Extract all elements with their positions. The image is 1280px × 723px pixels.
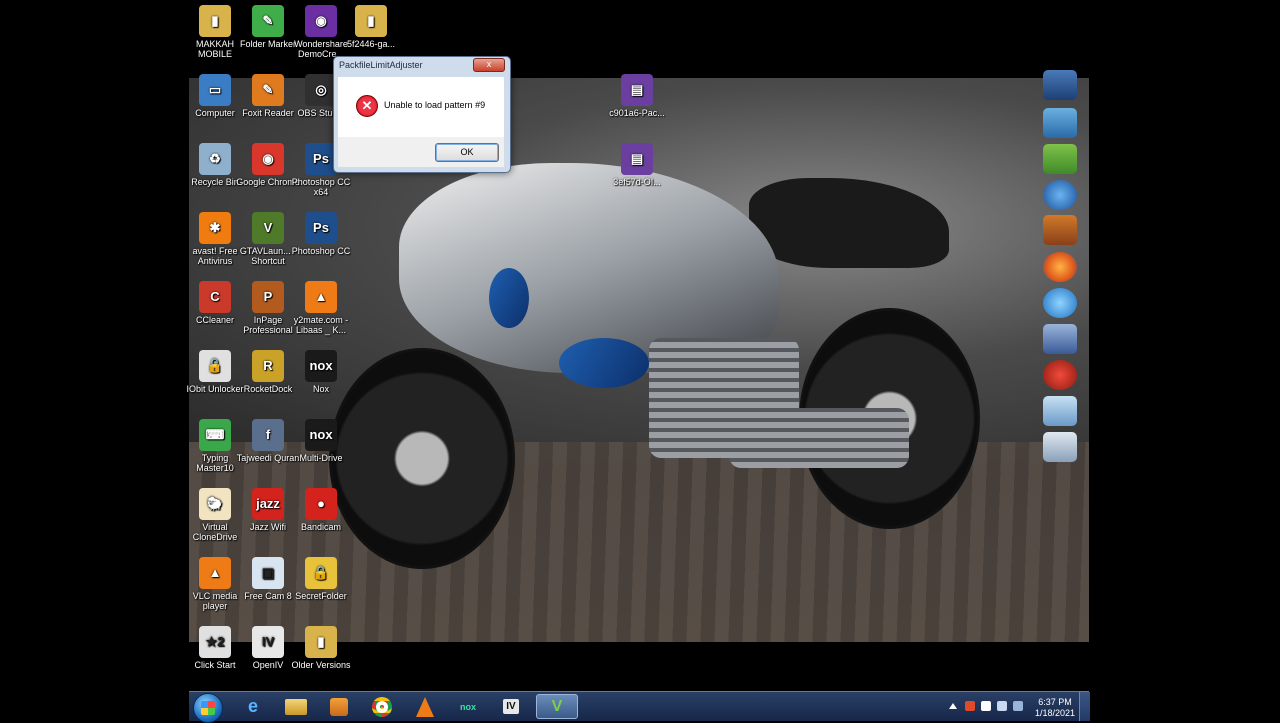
click-start-icon: ★2 <box>199 626 231 658</box>
dock-recycle-bin-icon[interactable] <box>1043 432 1077 462</box>
virtual-clonedrive-icon: 🐑 <box>199 488 231 520</box>
ccleaner-dock-icon[interactable] <box>1043 360 1077 390</box>
gtav-launcher-icon: V <box>252 212 284 244</box>
folder-5f2446-icon: ▮ <box>355 5 387 37</box>
library-gadget-icon[interactable] <box>1043 144 1077 174</box>
taskbar-gta-button[interactable]: V <box>536 694 578 719</box>
taskbar-ie-button[interactable]: e <box>234 694 272 719</box>
system-clock[interactable]: 6:37 PM 1/18/2021 <box>1032 697 1078 719</box>
firefox-icon[interactable] <box>1043 252 1077 282</box>
taskbar-vlc-button[interactable] <box>406 694 444 719</box>
clock-time: 6:37 PM <box>1038 697 1072 707</box>
jazz-wifi-icon: jazz <box>252 488 284 520</box>
desktop-icon[interactable]: ▤ c901a6-Pac... <box>605 74 669 118</box>
multi-drive-icon: nox <box>305 419 337 451</box>
nox-icon: nox <box>305 350 337 382</box>
desktop-icon[interactable]: 🔒 SecretFolder <box>289 557 353 601</box>
taskbar-chrome-button[interactable] <box>363 694 401 719</box>
tray-monitor-icon[interactable] <box>997 701 1007 711</box>
openiv-icon: IV <box>252 626 284 658</box>
desktop-icon-label: y2mate.com - Libaas _ K... <box>293 315 349 335</box>
taskbar-explorer-button[interactable] <box>277 694 315 719</box>
computer-icon: ▭ <box>199 74 231 106</box>
show-desktop-button[interactable] <box>1079 692 1090 721</box>
network-gadget-icon[interactable] <box>1043 70 1077 100</box>
bike-front-wheel <box>329 348 515 569</box>
typing-master-icon: ⌨ <box>199 419 231 451</box>
desktop-icon-label: Older Versions <box>291 660 351 670</box>
tray-app-icon[interactable] <box>965 701 975 711</box>
foxit-reader-icon: ✎ <box>252 74 284 106</box>
inpage-dock-icon[interactable] <box>1043 215 1077 245</box>
iobit-unlocker-icon: 🔓 <box>199 350 231 382</box>
network-computer-icon[interactable] <box>1043 108 1077 138</box>
vlc-file-icon: ▲ <box>305 281 337 313</box>
dialog-message: Unable to load pattern #9 <box>384 100 486 110</box>
winrar-3ef57d-icon: ▤ <box>621 143 653 175</box>
desktop-icon[interactable]: nox Nox <box>289 350 353 394</box>
desktop-icon-label: 5f2446-ga... <box>346 39 396 49</box>
bike-blue-accent <box>489 268 529 328</box>
wondershare-icon: ◉ <box>305 5 337 37</box>
desktop-icon[interactable]: ▲ y2mate.com - Libaas _ K... <box>289 281 353 335</box>
desktop-icon-label: Photoshop CC <box>291 246 351 256</box>
inpage-icon: P <box>252 281 284 313</box>
windows-logo-icon <box>201 701 215 715</box>
media-player-icon[interactable] <box>1043 180 1077 210</box>
bandicam-icon: ● <box>305 488 337 520</box>
free-cam-icon: ▣ <box>252 557 284 589</box>
secret-folder-icon: 🔒 <box>305 557 337 589</box>
bike-blue-panel <box>559 338 649 388</box>
desktop-icon[interactable]: ▮ Older Versions <box>289 626 353 670</box>
taskbar-nox-button[interactable]: nox <box>449 694 487 719</box>
ccleaner-icon: C <box>199 281 231 313</box>
winrar-c901a6-icon: ▤ <box>621 74 653 106</box>
desktop-icon-label: Bandicam <box>300 522 342 532</box>
photoshop-icon: Ps <box>305 212 337 244</box>
internet-explorer-icon[interactable] <box>1043 288 1077 318</box>
taskbar: e nox IV V 6:37 PM 1/18/2021 <box>189 691 1090 723</box>
notes-icon[interactable] <box>1043 396 1077 426</box>
vlc-icon: ▲ <box>199 557 231 589</box>
bike-exhaust <box>729 408 909 468</box>
clock-date: 1/18/2021 <box>1034 708 1076 718</box>
desktop-icon[interactable]: ▤ 3ef57d-OI... <box>605 143 669 187</box>
desktop-icon-label: Multi-Drive <box>299 453 343 463</box>
desktop-icon[interactable]: ▮ 5f2446-ga... <box>339 5 403 49</box>
avast-icon: ✱ <box>199 212 231 244</box>
older-versions-folder-icon: ▮ <box>305 626 337 658</box>
start-button[interactable] <box>193 693 223 723</box>
desktop-icon-label: 3ef57d-OI... <box>613 177 661 187</box>
tray-flag-icon[interactable] <box>981 701 991 711</box>
tajweedi-quran-icon: f <box>252 419 284 451</box>
taskbar-media-player-button[interactable] <box>320 694 358 719</box>
tray-expand-icon[interactable] <box>949 703 957 709</box>
folder-makkah-icon: ▮ <box>199 5 231 37</box>
desktop-icon-label: c901a6-Pac... <box>609 108 665 118</box>
error-dialog: PackfileLimitAdjuster x ✕ Unable to load… <box>333 56 511 173</box>
dialog-close-button[interactable]: x <box>473 58 505 72</box>
tray-volume-icon[interactable] <box>1013 701 1023 711</box>
chrome-icon: ◉ <box>252 143 284 175</box>
chrome-icon <box>372 696 392 717</box>
recycle-bin-icon: ♻ <box>199 143 231 175</box>
ok-button[interactable]: OK <box>435 143 499 162</box>
facebook-flask-icon[interactable] <box>1043 324 1077 354</box>
openiv-icon: IV <box>503 699 519 714</box>
desktop-icon[interactable]: Ps Photoshop CC <box>289 212 353 256</box>
desktop-icon[interactable]: nox Multi-Drive <box>289 419 353 463</box>
desktop-icon-label: Nox <box>312 384 329 394</box>
taskbar-openiv-button[interactable]: IV <box>492 694 530 719</box>
error-icon: ✕ <box>356 95 378 117</box>
folder-marker-icon: ✎ <box>252 5 284 37</box>
rocketdock-icon: R <box>252 350 284 382</box>
desktop-icon-label: SecretFolder <box>295 591 347 601</box>
desktop-icon-label: Photoshop CC x64 <box>291 177 351 197</box>
folder-icon <box>285 698 307 715</box>
desktop-icon[interactable]: ● Bandicam <box>289 488 353 532</box>
play-icon <box>330 697 348 716</box>
vlc-cone-icon <box>416 696 434 717</box>
